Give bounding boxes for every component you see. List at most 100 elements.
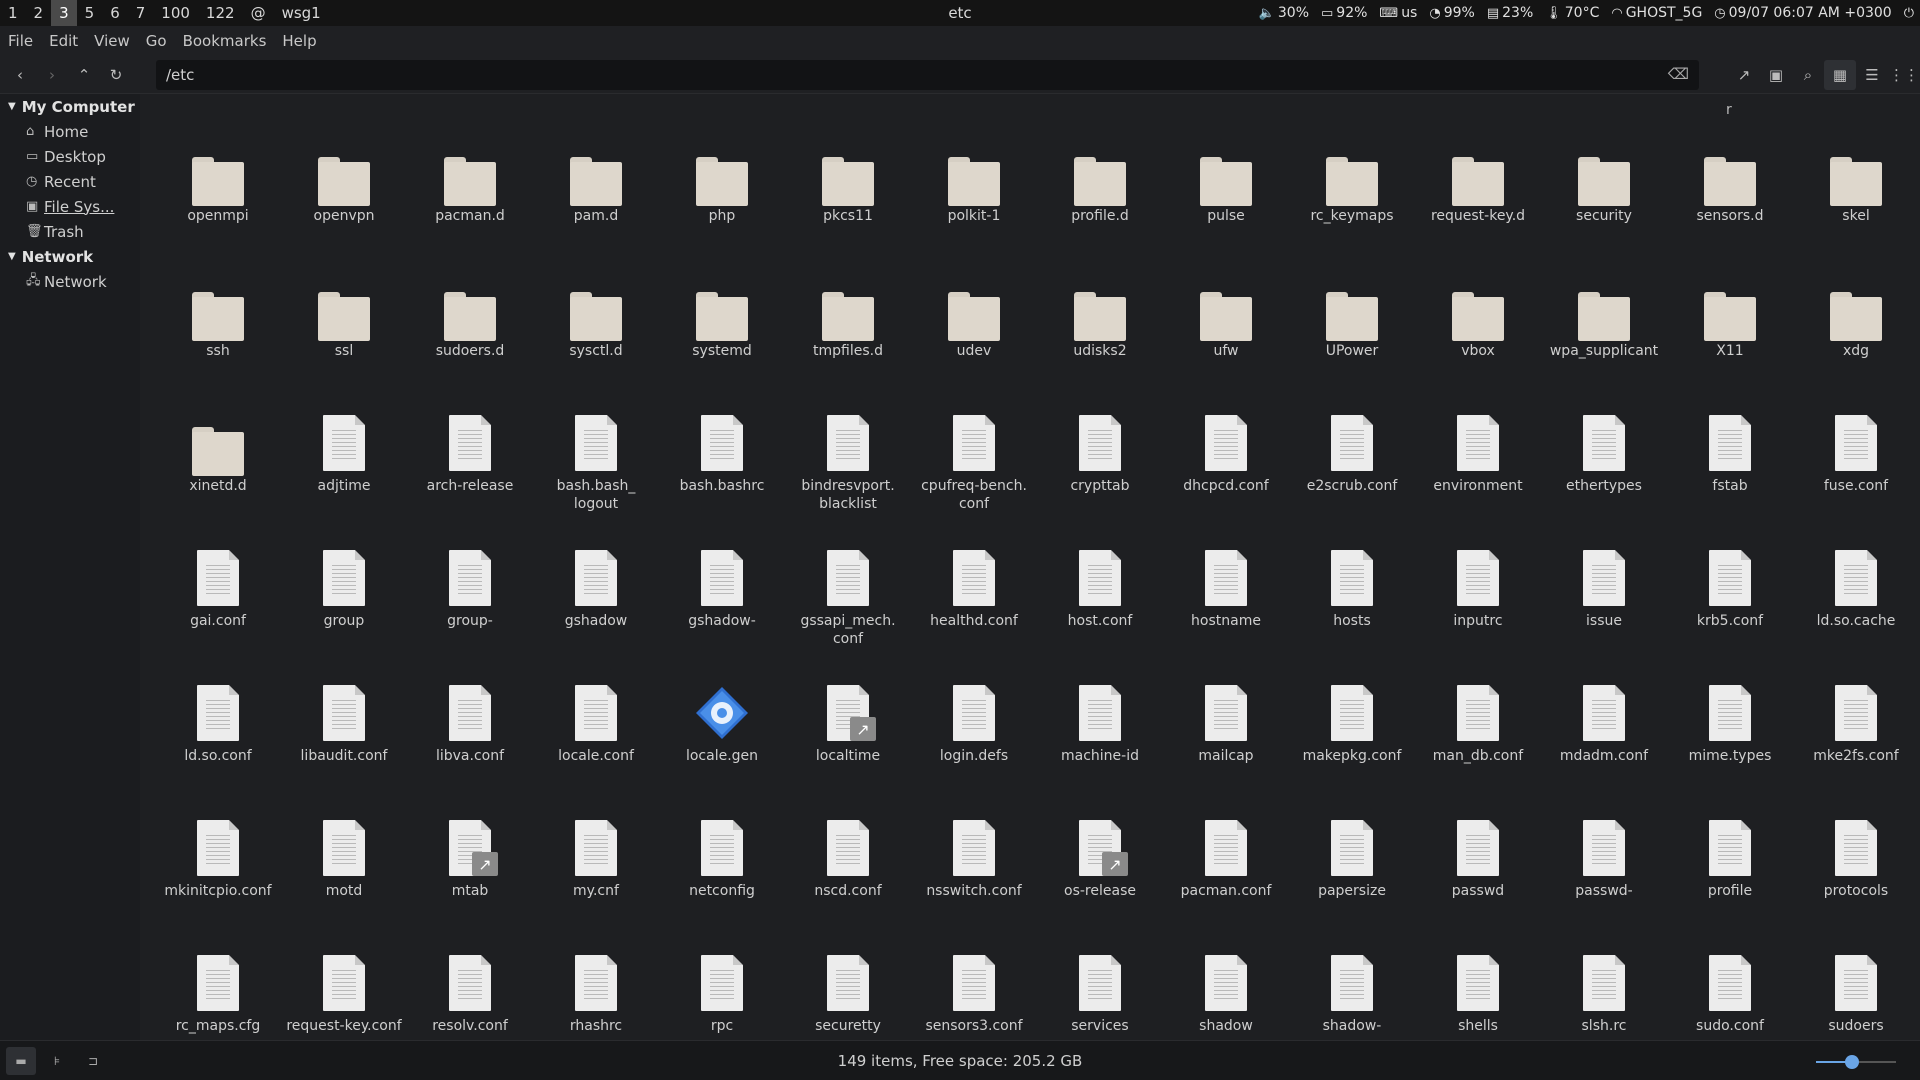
- folder-item[interactable]: php: [659, 145, 785, 280]
- tree-button[interactable]: ⊧: [42, 1047, 72, 1075]
- workspace-2[interactable]: 2: [26, 0, 52, 26]
- workspace-3[interactable]: 3: [51, 0, 77, 26]
- file-item[interactable]: gshadow-: [659, 550, 785, 685]
- toggle-location-button[interactable]: ↗: [1728, 60, 1760, 90]
- file-item[interactable]: mdadm.conf: [1541, 685, 1667, 820]
- file-item[interactable]: rhashrc: [533, 955, 659, 1040]
- file-item[interactable]: bash.bash_ logout: [533, 415, 659, 550]
- folder-item[interactable]: pacman.d: [407, 145, 533, 280]
- file-item[interactable]: mkinitcpio.conf: [155, 820, 281, 955]
- folder-item[interactable]: ssh: [155, 280, 281, 415]
- icon-view-button[interactable]: ▦: [1824, 60, 1856, 90]
- sidebar-item-recent[interactable]: ◷ Recent: [0, 169, 139, 194]
- forward-button[interactable]: ›: [36, 60, 68, 90]
- folder-item[interactable]: tmpfiles.d: [785, 280, 911, 415]
- file-item[interactable]: cpufreq-bench. conf: [911, 415, 1037, 550]
- file-item[interactable]: login.defs: [911, 685, 1037, 820]
- menu-bookmarks[interactable]: Bookmarks: [175, 32, 275, 50]
- file-item[interactable]: shadow-: [1289, 955, 1415, 1040]
- folder-item[interactable]: request-key.d: [1415, 145, 1541, 280]
- file-item[interactable]: shells: [1415, 955, 1541, 1040]
- file-item[interactable]: nsswitch.conf: [911, 820, 1037, 955]
- workspace-100[interactable]: 100: [153, 0, 198, 26]
- file-item[interactable]: machine-id: [1037, 685, 1163, 820]
- file-item[interactable]: ld.so.cache: [1793, 550, 1919, 685]
- sidebar-item-network[interactable]: 🖧 Network: [0, 269, 139, 294]
- file-item[interactable]: sudo.conf: [1667, 955, 1793, 1040]
- file-item[interactable]: ethertypes: [1541, 415, 1667, 550]
- file-item[interactable]: netconfig: [659, 820, 785, 955]
- file-item[interactable]: resolv.conf: [407, 955, 533, 1040]
- file-item[interactable]: environment: [1415, 415, 1541, 550]
- sidebar-item-home[interactable]: ⌂ Home: [0, 119, 139, 144]
- file-item[interactable]: bindresvport. blacklist: [785, 415, 911, 550]
- folder-item[interactable]: openmpi: [155, 145, 281, 280]
- workspace-5[interactable]: 5: [77, 0, 103, 26]
- compact-view-button[interactable]: ⋮⋮: [1888, 60, 1920, 90]
- file-item[interactable]: ld.so.conf: [155, 685, 281, 820]
- search-button[interactable]: ⌕: [1792, 60, 1824, 90]
- back-button[interactable]: ‹: [4, 60, 36, 90]
- menu-edit[interactable]: Edit: [41, 32, 86, 50]
- folder-item[interactable]: ufw: [1163, 280, 1289, 415]
- folder-item[interactable]: systemd: [659, 280, 785, 415]
- file-item[interactable]: locale.conf: [533, 685, 659, 820]
- file-item[interactable]: fuse.conf: [1793, 415, 1919, 550]
- sidebar-item-trash[interactable]: 🗑 Trash: [0, 219, 139, 244]
- file-item[interactable]: fstab: [1667, 415, 1793, 550]
- file-item[interactable]: sensors3.conf: [911, 955, 1037, 1040]
- file-item[interactable]: protocols: [1793, 820, 1919, 955]
- menu-file[interactable]: File: [0, 32, 41, 50]
- folder-item[interactable]: sensors.d: [1667, 145, 1793, 280]
- sidebar-item-file-system[interactable]: ▣ File Sys...: [0, 194, 139, 219]
- menu-help[interactable]: Help: [274, 32, 324, 50]
- volume-indicator[interactable]: 🔈 30%: [1259, 5, 1309, 21]
- menu-view[interactable]: View: [86, 32, 138, 50]
- file-item[interactable]: securetty: [785, 955, 911, 1040]
- file-item[interactable]: mime.types: [1667, 685, 1793, 820]
- file-item[interactable]: ↗ localtime: [785, 685, 911, 820]
- location-bar[interactable]: /etc ⌫: [156, 60, 1699, 90]
- file-item[interactable]: dhcpcd.conf: [1163, 415, 1289, 550]
- up-button[interactable]: ⌃: [68, 60, 100, 90]
- workspace-7[interactable]: 7: [128, 0, 154, 26]
- file-item[interactable]: papersize: [1289, 820, 1415, 955]
- folder-item[interactable]: wpa_supplicant: [1541, 280, 1667, 415]
- list-view-button[interactable]: ☰: [1856, 60, 1888, 90]
- file-item[interactable]: rc_maps.cfg: [155, 955, 281, 1040]
- file-item[interactable]: hostname: [1163, 550, 1289, 685]
- file-item[interactable]: motd: [281, 820, 407, 955]
- file-view[interactable]: r openmpi openvpn pacman.d pam.d php pkcs11 po…: [140, 94, 1920, 1040]
- folder-item[interactable]: pam.d: [533, 145, 659, 280]
- file-item[interactable]: gshadow: [533, 550, 659, 685]
- folder-item[interactable]: xdg: [1793, 280, 1919, 415]
- file-item[interactable]: ↗ os-release: [1037, 820, 1163, 955]
- file-item[interactable]: passwd-: [1541, 820, 1667, 955]
- file-item[interactable]: krb5.conf: [1667, 550, 1793, 685]
- folder-item[interactable]: udev: [911, 280, 1037, 415]
- workspace-6[interactable]: 6: [102, 0, 128, 26]
- workspace-wsg1[interactable]: wsg1: [274, 0, 329, 26]
- file-item[interactable]: profile: [1667, 820, 1793, 955]
- folder-item[interactable]: openvpn: [281, 145, 407, 280]
- file-item[interactable]: healthd.conf: [911, 550, 1037, 685]
- file-item[interactable]: issue: [1541, 550, 1667, 685]
- battery-indicator[interactable]: ▭ 92%: [1321, 5, 1367, 21]
- hide-sidebar-button[interactable]: ⊐: [78, 1047, 108, 1075]
- folder-item[interactable]: UPower: [1289, 280, 1415, 415]
- file-item[interactable]: man_db.conf: [1415, 685, 1541, 820]
- file-item[interactable]: arch-release: [407, 415, 533, 550]
- file-item[interactable]: gai.conf: [155, 550, 281, 685]
- keyboard-indicator[interactable]: ⌨ us: [1379, 5, 1417, 21]
- sidebar-item-desktop[interactable]: ▭ Desktop: [0, 144, 139, 169]
- file-item[interactable]: shadow: [1163, 955, 1289, 1040]
- reload-button[interactable]: ↻: [100, 60, 132, 90]
- terminal-button[interactable]: ▣: [1760, 60, 1792, 90]
- folder-item[interactable]: profile.d: [1037, 145, 1163, 280]
- folder-item[interactable]: sudoers.d: [407, 280, 533, 415]
- clock[interactable]: ◷ 09/07 06:07 AM +0300: [1714, 5, 1891, 21]
- file-item[interactable]: ↗ mtab: [407, 820, 533, 955]
- file-item[interactable]: request-key.conf: [281, 955, 407, 1040]
- folder-item[interactable]: ssl: [281, 280, 407, 415]
- power-button[interactable]: ⏻: [1904, 6, 1914, 21]
